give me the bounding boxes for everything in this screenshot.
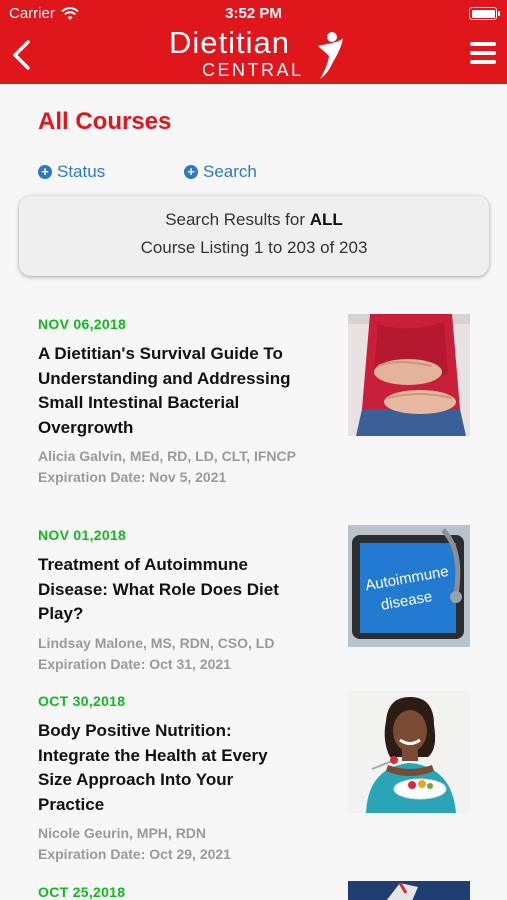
plus-circle-icon: +	[38, 165, 52, 179]
filter-bar: + Status + Search	[38, 162, 478, 184]
person-figure-icon	[318, 32, 343, 79]
status-filter-link[interactable]: + Status	[38, 162, 105, 182]
course-title[interactable]: A Dietitian's Survival Guide To Understa…	[38, 342, 300, 440]
search-filter-link[interactable]: + Search	[184, 162, 257, 182]
course-expiration: Expiration Date: Nov 5, 2021	[38, 469, 227, 485]
results-listing-count: Course Listing 1 to 203 of 203	[140, 238, 368, 257]
page-title: All Courses	[38, 108, 172, 135]
course-title[interactable]: Body Positive Nutrition: Integrate the H…	[38, 719, 300, 817]
search-filter-label: Search	[203, 162, 257, 181]
course-author: Alicia Galvin, MEd, RD, LD, CLT, IFNCP	[38, 448, 296, 464]
course-author: Lindsay Malone, MS, RDN, CSO, LD	[38, 634, 275, 651]
stomach-pain-photo	[348, 314, 470, 436]
course-item[interactable]: OCT 25,2018	[38, 881, 470, 900]
course-title[interactable]: Treatment of Autoimmune Disease: What Ro…	[38, 553, 300, 627]
course-item[interactable]: NOV 06,2018 A Dietitian's Survival Guide…	[38, 314, 470, 488]
logo-sub-text: CENTRAL	[202, 60, 304, 80]
course-expiration: Expiration Date: Oct 31, 2021	[38, 655, 231, 672]
course-item[interactable]: OCT 30,2018 Body Positive Nutrition: Int…	[38, 691, 470, 865]
course-item[interactable]: NOV 01,2018 Treatment of Autoimmune Dise…	[38, 525, 470, 675]
results-query-line: Search Results for ALL	[19, 210, 489, 230]
course-author: Nicole Geurin, MPH, RDN	[38, 825, 207, 841]
battery-icon	[469, 7, 500, 20]
autoimmune-tablet-photo: Autoimmune disease	[348, 525, 470, 647]
woman-eating-fruit-photo	[348, 691, 470, 813]
course-thumbnail[interactable]	[348, 881, 470, 900]
course-expiration: Expiration Date: Oct 29, 2021	[38, 846, 231, 862]
course-thumbnail[interactable]	[348, 691, 470, 813]
nav-bar: Dietitian CENTRAL	[0, 25, 507, 84]
plus-circle-icon: +	[184, 165, 198, 179]
logo-main-text: Dietitian	[169, 25, 290, 60]
results-prefix: Search Results for	[165, 210, 310, 229]
back-button[interactable]	[8, 38, 38, 72]
course-thumbnail[interactable]	[348, 314, 470, 436]
status-bar: Carrier 3:52 PM	[0, 0, 507, 28]
course-thumbnail[interactable]: Autoimmune disease	[348, 525, 470, 647]
dietitian-central-logo: Dietitian CENTRAL	[168, 25, 348, 84]
clock: 3:52 PM	[225, 5, 282, 22]
results-summary-box: Search Results for ALL Course Listing 1 …	[19, 196, 489, 276]
status-filter-label: Status	[57, 162, 106, 181]
hamburger-menu-button[interactable]	[470, 42, 496, 66]
chevron-left-icon	[13, 40, 30, 70]
course-photo	[348, 881, 470, 900]
results-query: ALL	[309, 210, 343, 229]
